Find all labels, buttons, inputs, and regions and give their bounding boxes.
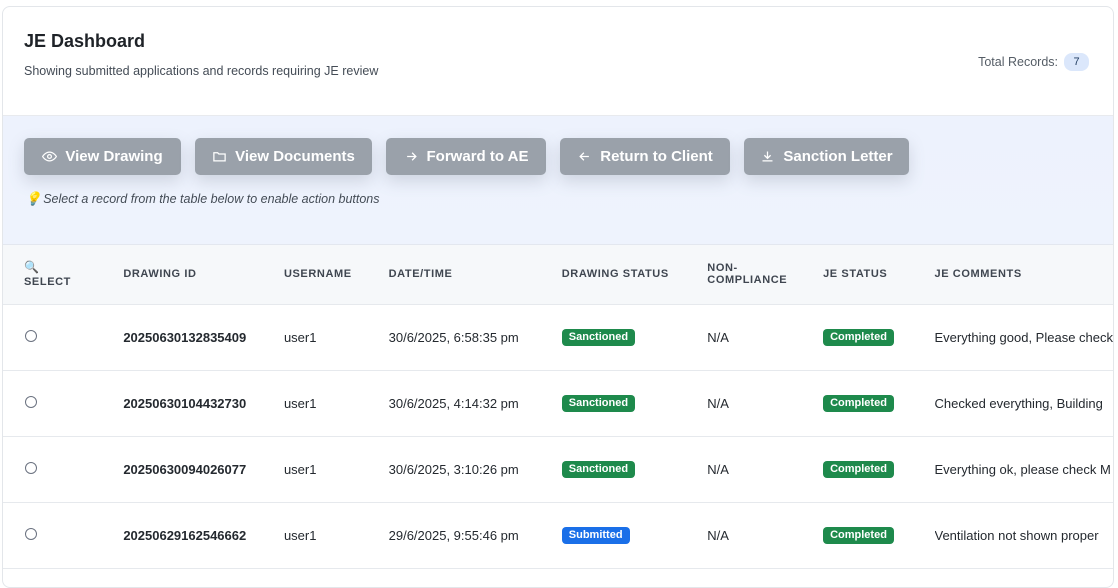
row-select-cell bbox=[3, 304, 123, 370]
je-dashboard-card: JE Dashboard Showing submitted applicati… bbox=[2, 6, 1114, 588]
return-to-client-label: Return to Client bbox=[600, 148, 713, 165]
page-subtitle: Showing submitted applications and recor… bbox=[24, 64, 379, 78]
je-status-badge: Completed bbox=[823, 461, 894, 478]
total-records-badge: 7 bbox=[1064, 53, 1089, 71]
row-select-radio[interactable] bbox=[25, 461, 37, 474]
row-select-radio[interactable] bbox=[25, 527, 37, 540]
drawing-status-cell: Sanctioned bbox=[561, 304, 708, 370]
je-status-badge: Completed bbox=[823, 395, 894, 412]
action-buttons: View Drawing View Documents Forward to A… bbox=[24, 138, 909, 175]
je-comments-cell: Everything good, Please check bbox=[934, 329, 1114, 345]
lightbulb-icon: 💡 bbox=[25, 191, 42, 206]
datetime-cell: 30/6/2025, 3:10:26 pm bbox=[388, 461, 519, 477]
je-status-cell: Completed bbox=[823, 370, 934, 436]
column-drawing-id: DRAWING ID bbox=[123, 245, 284, 305]
column-drawing-status: DRAWING STATUS bbox=[561, 245, 708, 305]
arrow-left-icon bbox=[579, 152, 590, 161]
records-table: 🔍 SELECT DRAWING ID USERNAME DATE/TIME D… bbox=[3, 245, 1113, 569]
je-comments-cell: Checked everything, Building bbox=[934, 395, 1103, 411]
row-select-radio[interactable] bbox=[25, 395, 37, 408]
drawing-id-cell: 20250630104432730 bbox=[123, 395, 247, 411]
sanction-letter-label: Sanction Letter bbox=[783, 148, 893, 165]
je-status-badge: Completed bbox=[823, 527, 894, 544]
username-cell: user1 bbox=[283, 461, 317, 477]
table-row[interactable]: 20250630104432730 user1 30/6/2025, 4:14:… bbox=[3, 370, 1113, 436]
search-icon: 🔍 bbox=[24, 260, 40, 275]
datetime-cell: 29/6/2025, 9:55:46 pm bbox=[388, 527, 519, 543]
dashboard-header: JE Dashboard Showing submitted applicati… bbox=[3, 7, 1113, 116]
table-row[interactable]: 20250630094026077 user1 30/6/2025, 3:10:… bbox=[3, 436, 1113, 502]
view-documents-label: View Documents bbox=[235, 148, 355, 165]
non-compliance-cell: N/A bbox=[707, 329, 729, 345]
je-status-badge: Completed bbox=[823, 329, 894, 346]
sanction-letter-button[interactable]: Sanction Letter bbox=[744, 138, 909, 175]
drawing-status-badge: Submitted bbox=[561, 527, 630, 544]
column-datetime: DATE/TIME bbox=[388, 245, 562, 305]
selection-hint: 💡 Select a record from the table below t… bbox=[25, 191, 380, 207]
non-compliance-cell: N/A bbox=[707, 461, 729, 477]
view-drawing-button[interactable]: View Drawing bbox=[24, 138, 181, 175]
je-comments-cell: Everything ok, please check M bbox=[934, 461, 1111, 477]
download-icon bbox=[762, 151, 773, 162]
forward-to-ae-button[interactable]: Forward to AE bbox=[386, 138, 546, 175]
forward-to-ae-label: Forward to AE bbox=[426, 148, 529, 165]
action-panel: View Drawing View Documents Forward to A… bbox=[3, 116, 1113, 245]
arrow-right-icon bbox=[406, 152, 417, 161]
total-records: Total Records: 7 bbox=[978, 53, 1089, 71]
return-to-client-button[interactable]: Return to Client bbox=[560, 138, 730, 175]
folder-icon bbox=[213, 152, 226, 162]
drawing-status-badge: Sanctioned bbox=[561, 461, 636, 478]
username-cell: user1 bbox=[283, 527, 317, 543]
table-row[interactable]: 20250630132835409 user1 30/6/2025, 6:58:… bbox=[3, 304, 1113, 370]
je-status-cell: Completed bbox=[823, 304, 934, 370]
drawing-id-cell: 20250629162546662 bbox=[123, 527, 247, 543]
view-drawing-label: View Drawing bbox=[65, 148, 163, 165]
drawing-status-cell: Sanctioned bbox=[561, 370, 708, 436]
drawing-id-cell: 20250630132835409 bbox=[123, 329, 247, 345]
total-records-label: Total Records: bbox=[978, 55, 1058, 69]
drawing-status-cell: Submitted bbox=[561, 502, 708, 568]
datetime-cell: 30/6/2025, 4:14:32 pm bbox=[388, 395, 519, 411]
column-select: 🔍 SELECT bbox=[3, 245, 124, 305]
username-cell: user1 bbox=[283, 395, 317, 411]
row-select-cell bbox=[3, 436, 123, 502]
page-title: JE Dashboard bbox=[24, 31, 146, 51]
column-username: USERNAME bbox=[283, 245, 389, 305]
drawing-status-badge: Sanctioned bbox=[561, 395, 636, 412]
column-je-comments: JE COMMENTS bbox=[934, 245, 1113, 305]
row-select-radio[interactable] bbox=[25, 329, 37, 342]
datetime-cell: 30/6/2025, 6:58:35 pm bbox=[388, 329, 519, 345]
drawing-status-cell: Sanctioned bbox=[561, 436, 708, 502]
view-documents-button[interactable]: View Documents bbox=[195, 138, 372, 175]
row-select-cell bbox=[3, 370, 123, 436]
je-status-cell: Completed bbox=[823, 502, 934, 568]
drawing-status-badge: Sanctioned bbox=[561, 329, 636, 346]
non-compliance-cell: N/A bbox=[707, 527, 729, 543]
username-cell: user1 bbox=[283, 329, 317, 345]
je-status-cell: Completed bbox=[823, 436, 934, 502]
non-compliance-cell: N/A bbox=[707, 395, 729, 411]
drawing-id-cell: 20250630094026077 bbox=[123, 461, 247, 477]
eye-icon bbox=[42, 151, 58, 162]
table-header-row: 🔍 SELECT DRAWING ID USERNAME DATE/TIME D… bbox=[3, 245, 1113, 305]
selection-hint-text: Select a record from the table below to … bbox=[43, 192, 380, 206]
table-row[interactable]: 20250629162546662 user1 29/6/2025, 9:55:… bbox=[3, 502, 1113, 568]
column-je-status: JE STATUS bbox=[823, 245, 935, 305]
column-non-compliance: NON- COMPLIANCE bbox=[707, 245, 824, 305]
je-comments-cell: Ventilation not shown proper bbox=[934, 527, 1099, 543]
row-select-cell bbox=[3, 502, 123, 568]
